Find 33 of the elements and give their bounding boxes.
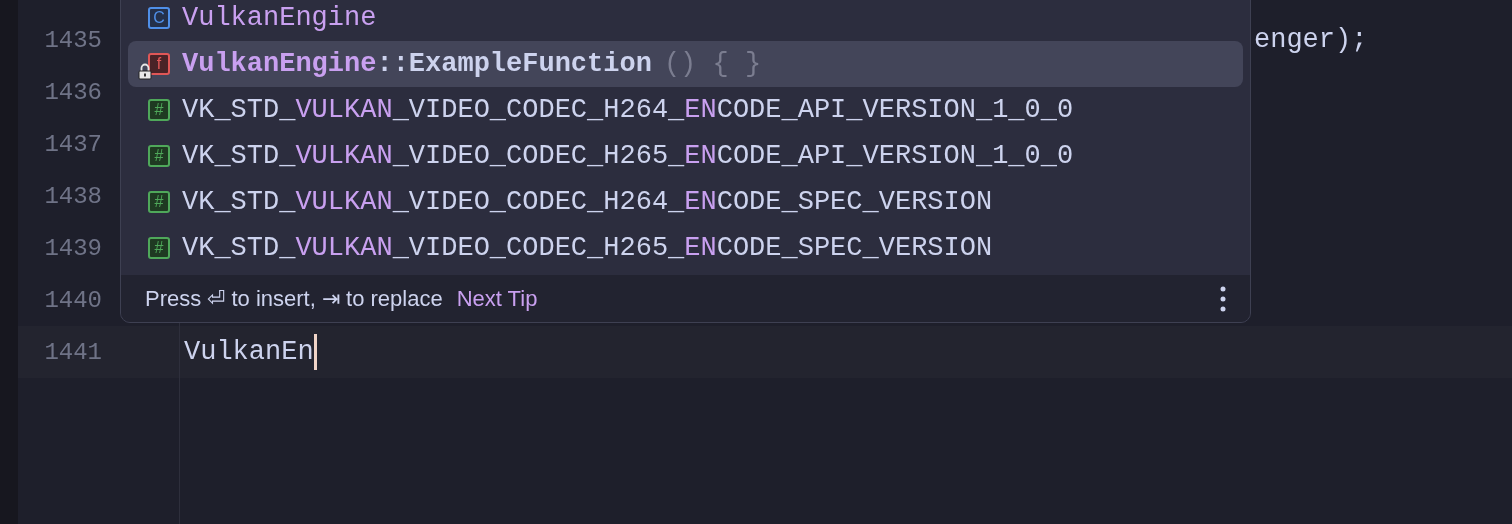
constant-icon: # <box>148 191 170 213</box>
constant-icon: # <box>148 99 170 121</box>
line-number: 1439 <box>43 234 102 262</box>
next-tip-link[interactable]: Next Tip <box>456 285 538 312</box>
more-icon[interactable] <box>1220 285 1226 312</box>
function-icon: f <box>148 53 170 75</box>
class-icon: C <box>148 7 170 29</box>
hint-text: Press ⏎ to insert, ⇥ to replace <box>145 285 443 312</box>
text-cursor <box>313 334 317 370</box>
lock-icon <box>138 63 152 80</box>
completion-item[interactable]: C VulkanEngine <box>128 0 1243 41</box>
completion-item[interactable]: # VK_STD_VULKAN_VIDEO_CODEC_H264_ENCODE_SPEC_VERSION <box>128 179 1243 225</box>
completion-label: VK_STD_VULKAN_VIDEO_CODEC_H264_ENCODE_SPEC_VERSION <box>182 187 993 217</box>
constant-icon: # <box>148 237 170 259</box>
completion-label: VK_STD_VULKAN_VIDEO_CODEC_H265_ENCODE_SPEC_VERSION <box>182 233 993 263</box>
line-number: 1441 <box>43 338 102 366</box>
line-number: 1436 <box>43 78 102 106</box>
line-number: 1438 <box>43 182 102 210</box>
completion-item[interactable]: f VulkanEngine::ExampleFunction () { } <box>128 41 1243 87</box>
completion-item[interactable]: # VK_STD_VULKAN_VIDEO_CODEC_H265_ENCODE_SPEC_VERSION <box>128 225 1243 271</box>
line-number: 1440 <box>43 286 102 314</box>
code-line: enger); <box>1254 25 1368 55</box>
signature-text: () { } <box>663 49 762 79</box>
completion-item[interactable]: # VK_STD_VULKAN_VIDEO_CODEC_H265_ENCODE_API_VERSION_1_0_0 <box>128 133 1243 179</box>
code-line: VulkanEn <box>184 334 317 370</box>
completion-label: VulkanEngine <box>182 3 377 33</box>
line-number: 1437 <box>43 130 102 158</box>
completion-label: VulkanEngine::ExampleFunction <box>182 49 652 79</box>
completion-label: VK_STD_VULKAN_VIDEO_CODEC_H265_ENCODE_API_VERSION_1_0_0 <box>182 141 1074 171</box>
completion-label: VK_STD_VULKAN_VIDEO_CODEC_H264_ENCODE_API_VERSION_1_0_0 <box>182 95 1074 125</box>
line-number: 1435 <box>43 26 102 54</box>
constant-icon: # <box>148 145 170 167</box>
completion-item[interactable]: # VK_STD_VULKAN_VIDEO_CODEC_H264_ENCODE_API_VERSION_1_0_0 <box>128 87 1243 133</box>
